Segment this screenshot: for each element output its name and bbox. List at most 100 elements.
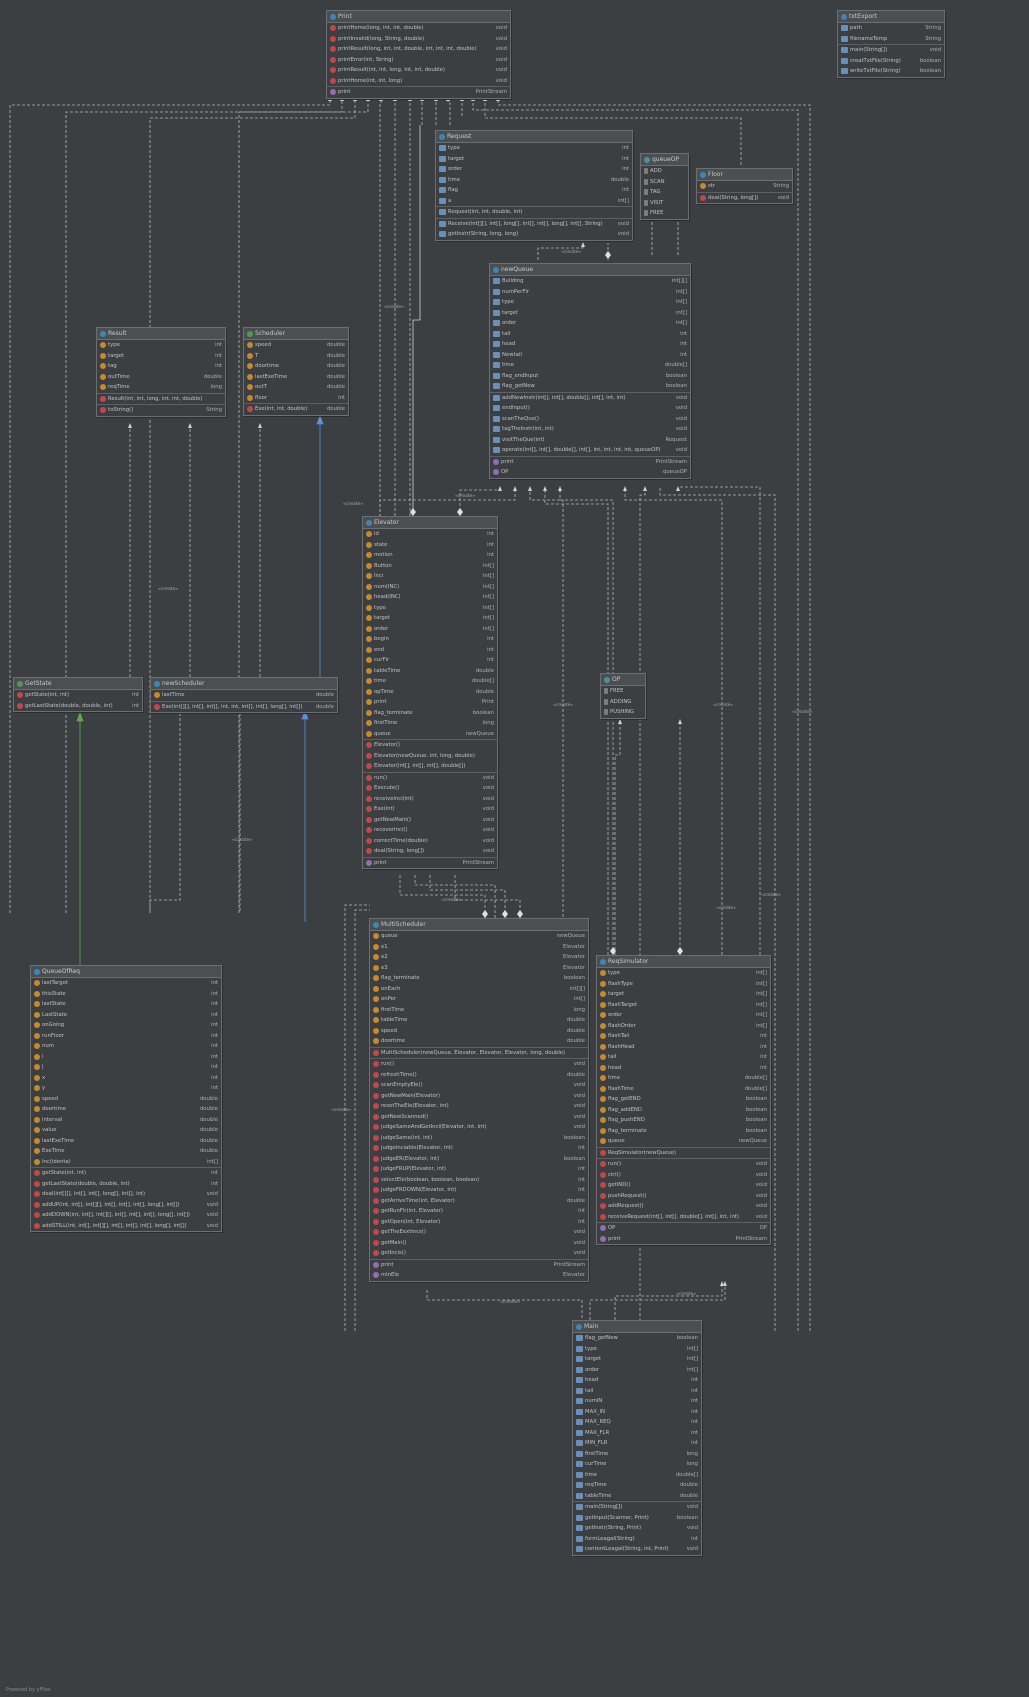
- member-row[interactable]: thisState int: [31, 989, 221, 1000]
- member-row[interactable]: getInput(Scanner, Print) boolean: [573, 1513, 701, 1524]
- member-row[interactable]: outTime double: [97, 372, 225, 383]
- member-row[interactable]: speed double: [31, 1094, 221, 1105]
- member-row[interactable]: run() void: [370, 1059, 588, 1070]
- member-row[interactable]: target int: [436, 154, 632, 165]
- member-row[interactable]: print PrintStream: [370, 1260, 588, 1271]
- member-row[interactable]: firstTime long: [573, 1449, 701, 1460]
- member-row[interactable]: VISIT: [641, 198, 688, 209]
- member-row[interactable]: Elevator(newQueue, int, long, double): [363, 751, 497, 762]
- member-row[interactable]: run() void: [597, 1159, 770, 1170]
- member-row[interactable]: numIN int: [573, 1396, 701, 1407]
- member-row[interactable]: Elevator(int[], int[], int[], double[]): [363, 761, 497, 772]
- member-row[interactable]: ctrl() void: [597, 1170, 770, 1181]
- member-row[interactable]: doortime double: [244, 361, 348, 372]
- member-row[interactable]: writeTxtFile(String) boolean: [838, 66, 944, 77]
- member-row[interactable]: Inci int[]: [363, 571, 497, 582]
- member-row[interactable]: Newtail int: [490, 350, 690, 361]
- member-row[interactable]: MAX_REQ int: [573, 1417, 701, 1428]
- member-row[interactable]: getLastState(double, double, int) int: [14, 701, 142, 712]
- member-row[interactable]: run() void: [363, 773, 497, 784]
- member-row[interactable]: receiveInci(int) void: [363, 794, 497, 805]
- member-row[interactable]: doortime double: [370, 1036, 588, 1047]
- member-row[interactable]: flashType int[]: [597, 979, 770, 990]
- member-row[interactable]: e3 Elevator: [370, 963, 588, 974]
- member-row[interactable]: outT double: [244, 382, 348, 393]
- member-row[interactable]: Tdouble: [244, 351, 348, 362]
- member-row[interactable]: pushRequest() void: [597, 1191, 770, 1202]
- member-row[interactable]: Button int[]: [363, 561, 497, 572]
- member-row[interactable]: lastTime double: [151, 690, 337, 701]
- member-row[interactable]: OP queueOP: [490, 467, 690, 478]
- member-row[interactable]: queue newQueue: [597, 1136, 770, 1147]
- member-row[interactable]: end int: [363, 645, 497, 656]
- member-row[interactable]: num int: [31, 1041, 221, 1052]
- member-row[interactable]: target int: [97, 351, 225, 362]
- member-row[interactable]: Execute() void: [363, 783, 497, 794]
- member-row[interactable]: head int: [490, 339, 690, 350]
- member-row[interactable]: motion int: [363, 550, 497, 561]
- class-box-newscheduler[interactable]: newScheduler lastTime double Exe(int[][], i…: [150, 677, 338, 713]
- member-row[interactable]: getTheEextincs() void: [370, 1227, 588, 1238]
- member-row[interactable]: Receive(int[][], int[], long[], int[], i…: [436, 219, 632, 230]
- member-row[interactable]: queue newQueue: [363, 729, 497, 740]
- member-row[interactable]: addNewInstr(int[], int[], double[], int[…: [490, 393, 690, 404]
- member-row[interactable]: print PrintStream: [490, 457, 690, 468]
- member-row[interactable]: contentLeagal(String, int, Print) void: [573, 1544, 701, 1555]
- member-row[interactable]: order int[]: [490, 318, 690, 329]
- member-row[interactable]: doortime double: [31, 1104, 221, 1115]
- member-row[interactable]: judgeSame(int, int) boolean: [370, 1133, 588, 1144]
- member-row[interactable]: selectEle(boolean, boolean, boolean) int: [370, 1175, 588, 1186]
- member-row[interactable]: tagTheInstr(int, int) void: [490, 424, 690, 435]
- class-box-multischeduler[interactable]: MultiScheduler queue newQueue e1 Elevator e2 E…: [369, 918, 589, 1282]
- member-row[interactable]: order int[]: [597, 1010, 770, 1021]
- member-row[interactable]: main(String[]) void: [838, 45, 944, 56]
- class-box-print[interactable]: Print printHome(long, int, int, double) vo…: [326, 10, 511, 99]
- member-row[interactable]: target int[]: [573, 1354, 701, 1365]
- member-row[interactable]: flashTime double[]: [597, 1084, 770, 1095]
- member-row[interactable]: printResult(int, int, long, int, int, do…: [327, 65, 510, 76]
- member-row[interactable]: getState(int, int) int: [14, 690, 142, 701]
- member-row[interactable]: getState(int, int) int: [31, 1168, 221, 1179]
- member-row[interactable]: opTime double: [363, 687, 497, 698]
- member-row[interactable]: Elevator(): [363, 740, 497, 751]
- member-row[interactable]: receiveRequest(int[], int[], double[], i…: [597, 1212, 770, 1223]
- class-box-queueoftreq[interactable]: QueueOfReq lastTarget int thisState int lastS…: [30, 965, 222, 1232]
- member-row[interactable]: minEle Elevator: [370, 1270, 588, 1281]
- member-row[interactable]: main(String[]) void: [573, 1502, 701, 1513]
- member-row[interactable]: MAX_FLR int: [573, 1428, 701, 1439]
- member-row[interactable]: Exe(int[][], int[], int[], int, int, int…: [151, 702, 337, 713]
- member-row[interactable]: TAG: [641, 187, 688, 198]
- member-row[interactable]: onEach int[][]: [370, 984, 588, 995]
- member-row[interactable]: type int[]: [490, 297, 690, 308]
- class-box-op[interactable]: OP FREE ADDING PUSHING: [600, 673, 646, 719]
- member-row[interactable]: flashHead int: [597, 1042, 770, 1053]
- member-row[interactable]: judgeInciable(Elevator, int) int: [370, 1143, 588, 1154]
- member-row[interactable]: tail int: [597, 1052, 770, 1063]
- member-row[interactable]: curFlr int: [363, 655, 497, 666]
- member-row[interactable]: scanEmptyEle() void: [370, 1080, 588, 1091]
- member-row[interactable]: time double[]: [573, 1470, 701, 1481]
- member-row[interactable]: LastState int: [31, 1010, 221, 1021]
- member-row[interactable]: head int: [573, 1375, 701, 1386]
- member-row[interactable]: flashTarget int[]: [597, 1000, 770, 1011]
- member-row[interactable]: flag_terminate boolean: [363, 708, 497, 719]
- member-row[interactable]: flag_terminate boolean: [597, 1126, 770, 1137]
- member-row[interactable]: i int: [31, 1052, 221, 1063]
- member-row[interactable]: endInput() void: [490, 403, 690, 414]
- member-row[interactable]: print PrintStream: [363, 858, 497, 869]
- member-row[interactable]: flashOrder int[]: [597, 1021, 770, 1032]
- member-row[interactable]: target int[]: [363, 613, 497, 624]
- member-row[interactable]: flashTail int: [597, 1031, 770, 1042]
- member-row[interactable]: tag int: [97, 361, 225, 372]
- member-row[interactable]: getIND() void: [597, 1180, 770, 1191]
- class-box-main[interactable]: Main flag_getNew boolean type int[] target int…: [572, 1320, 702, 1556]
- member-row[interactable]: target int[]: [490, 308, 690, 319]
- member-row[interactable]: str String: [697, 181, 792, 192]
- member-row[interactable]: printError(int, String) void: [327, 55, 510, 66]
- member-row[interactable]: deal(int[][], int[], int[], long[], int[…: [31, 1189, 221, 1200]
- member-row[interactable]: MultiScheduler(newQueue, Elevator, Eleva…: [370, 1048, 588, 1059]
- member-row[interactable]: printHome(long, int, int, double) void: [327, 23, 510, 34]
- member-row[interactable]: a int[]: [436, 196, 632, 207]
- member-row[interactable]: curTime long: [573, 1459, 701, 1470]
- class-box-request[interactable]: Request type int target int order int time doubl…: [435, 130, 633, 241]
